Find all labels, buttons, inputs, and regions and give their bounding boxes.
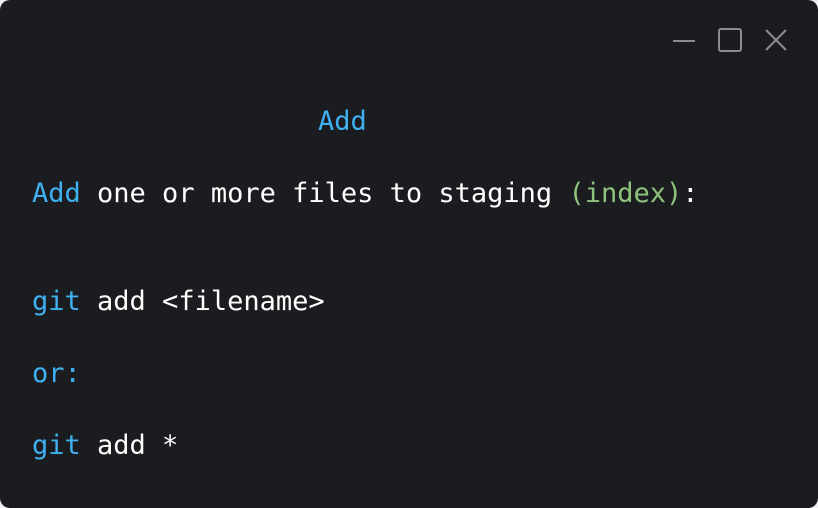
command-line-1: git add <filename> bbox=[32, 288, 325, 315]
page-title: Add bbox=[318, 106, 367, 137]
close-icon[interactable] bbox=[764, 28, 788, 52]
command-2-args: add * bbox=[80, 430, 179, 461]
description-colon: : bbox=[682, 178, 699, 209]
maximize-icon[interactable] bbox=[718, 28, 742, 52]
command-1-args: add <filename> bbox=[80, 286, 325, 317]
command-1-name: git bbox=[32, 286, 81, 317]
command-2-name: git bbox=[32, 430, 81, 461]
description-line: Add one or more files to staging (index)… bbox=[32, 180, 699, 207]
or-label: or: bbox=[32, 358, 81, 389]
minimize-icon[interactable] bbox=[672, 28, 696, 52]
terminal-window: Add Add one or more files to staging (in… bbox=[0, 0, 818, 508]
command-line-2: git add * bbox=[32, 432, 178, 459]
window-controls bbox=[672, 28, 788, 52]
description-text: one or more files to staging bbox=[80, 178, 569, 209]
description-paren: (index) bbox=[568, 178, 683, 209]
description-keyword: Add bbox=[32, 178, 81, 209]
